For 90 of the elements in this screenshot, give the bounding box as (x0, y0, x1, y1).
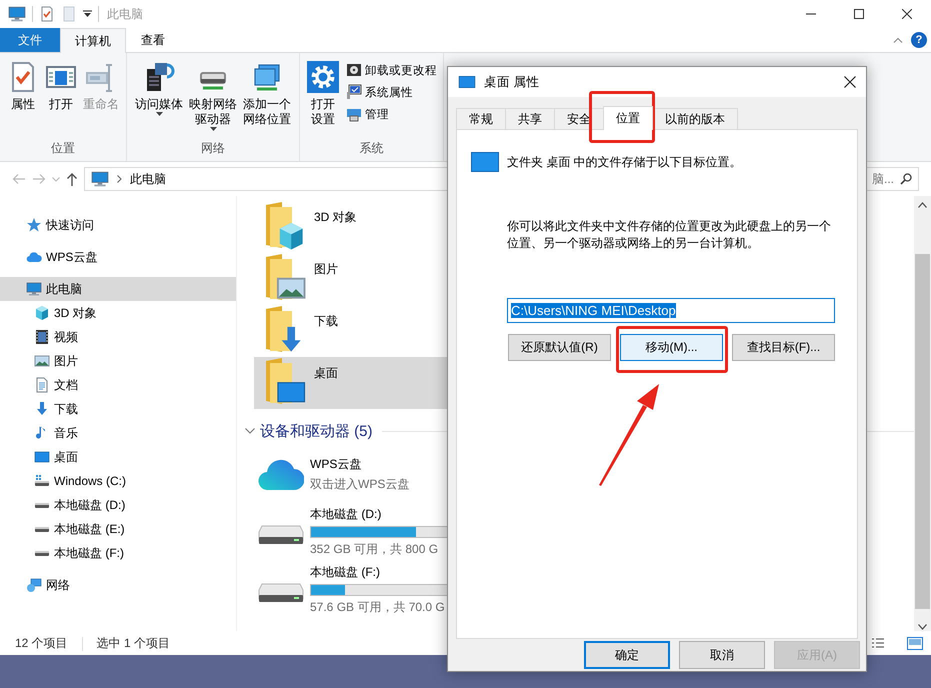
search-icon (900, 173, 912, 185)
chevron-down-icon[interactable] (918, 624, 927, 630)
nav-item[interactable]: 图片 (0, 349, 236, 373)
large-icons-view-icon[interactable] (907, 636, 923, 650)
dialog-button[interactable]: 确定 (584, 641, 670, 669)
action-button[interactable]: 还原默认值(R) (508, 334, 611, 361)
ribbon-tab[interactable]: 计算机 (60, 28, 126, 53)
scrollbar[interactable] (914, 196, 931, 631)
up-arrow-icon[interactable] (66, 172, 78, 186)
nav-item[interactable]: 本地磁盘 (F:) (0, 541, 236, 565)
nav-item[interactable]: 本地磁盘 (E:) (0, 517, 236, 541)
nav-item[interactable]: WPS云盘 (0, 245, 236, 269)
drive-icon (34, 550, 50, 556)
nav-item[interactable]: 此电脑 (0, 277, 236, 301)
dialog-button[interactable]: 取消 (679, 641, 765, 669)
path-field[interactable]: C:\Users\NING MEI\Desktop (507, 298, 835, 323)
document-icon (34, 377, 50, 393)
drive-icon (34, 473, 50, 489)
dialog-title: 桌面 属性 (484, 74, 540, 90)
ribbon-link[interactable]: 系统属性 (346, 83, 437, 101)
action-button[interactable]: 查找目标(F)... (732, 334, 835, 361)
group-header[interactable]: 设备和驱动器 (5) (260, 422, 372, 440)
monitor-check-icon (346, 84, 362, 100)
folder-tile[interactable]: 3D 对象 (254, 201, 494, 253)
nav-item[interactable]: 桌面 (0, 445, 236, 469)
ribbon-button[interactable]: 添加一个网络位置 (241, 59, 293, 139)
ribbon-link[interactable]: 管理 (346, 105, 437, 123)
desktop-icon (471, 152, 499, 172)
dialog-tab[interactable]: 位置 (603, 106, 653, 130)
ribbon-tab[interactable]: 查看 (126, 28, 180, 52)
ribbon-button[interactable]: 属性 (6, 59, 40, 139)
address-text: 此电脑 (130, 170, 166, 188)
chevron-down-icon[interactable] (245, 428, 255, 434)
location-heading: 文件夹 桌面 中的文件存储于以下目标位置。 (507, 154, 742, 170)
dialog-tab[interactable]: 以前的版本 (652, 108, 738, 129)
close-icon[interactable] (844, 76, 856, 88)
picture-icon (34, 353, 50, 369)
folder-tile[interactable]: 下载 (254, 305, 494, 357)
nav-item[interactable]: 音乐 (0, 421, 236, 445)
film-icon (34, 329, 50, 345)
cloud-icon (258, 457, 304, 491)
group-label: 位置 (50, 140, 76, 157)
checked-document-icon[interactable] (39, 5, 55, 23)
star-icon (26, 217, 42, 233)
nav-item[interactable]: 快速访问 (0, 213, 236, 237)
maximize-icon[interactable] (854, 9, 864, 19)
drive-icon (34, 502, 50, 508)
cube-icon (34, 305, 50, 321)
folder-tile[interactable]: 图片 (254, 253, 494, 305)
status-text: 选中 1 个项目 (96, 635, 170, 652)
details-view-icon[interactable] (871, 636, 885, 650)
group-label: 系统 (358, 140, 384, 157)
ribbon-button[interactable]: 访问媒体 (133, 59, 185, 139)
nav-item[interactable]: 文档 (0, 373, 236, 397)
nav-item[interactable]: 下载 (0, 397, 236, 421)
gear-icon (307, 61, 339, 93)
dialog-tab[interactable]: 常规 (456, 108, 506, 129)
monitor-icon (26, 281, 42, 297)
computer-icon (346, 106, 362, 122)
picture-folder-icon (264, 253, 306, 303)
nav-item[interactable]: 本地磁盘 (D:) (0, 493, 236, 517)
nav-item[interactable]: 3D 对象 (0, 301, 236, 325)
location-description: 你可以将此文件夹中文件存储的位置更改为此硬盘上的另一个位置、另一个驱动器或网络上的另一台计算机。 (507, 218, 832, 252)
network-icon (26, 577, 42, 593)
ribbon-button[interactable]: 映射网络驱动器 (187, 59, 239, 139)
ribbon-button[interactable]: 打开设置 (306, 59, 340, 139)
chevron-up-icon[interactable] (918, 202, 927, 208)
chevron-up-icon[interactable] (893, 37, 903, 43)
ribbon-link[interactable]: 卸载或更改程 (346, 61, 437, 79)
drive-tile[interactable]: WPS云盘 双击进入WPS云盘 (258, 445, 914, 503)
nav-item[interactable]: 网络 (0, 573, 236, 597)
close-icon[interactable] (902, 9, 912, 19)
drive-icon (34, 526, 50, 532)
desktop-folder-icon (264, 357, 306, 407)
group-label: 网络 (200, 140, 226, 157)
desktop-icon (34, 449, 50, 465)
nav-item[interactable]: 视频 (0, 325, 236, 349)
down-arrow-icon (34, 401, 50, 417)
monitor-icon (8, 5, 26, 23)
monitor-icon (91, 170, 109, 188)
help-button[interactable]: ? (911, 32, 927, 48)
status-text: 12 个项目 (15, 635, 68, 652)
file-menu-button[interactable]: 文件 (0, 28, 60, 52)
action-button[interactable]: 移动(M)... (620, 334, 723, 361)
chevron-right-icon (117, 175, 122, 183)
dropdown-caret-icon[interactable] (83, 10, 92, 18)
ribbon-button[interactable]: 打开 (44, 59, 78, 139)
nav-item[interactable]: Windows (C:) (0, 469, 236, 493)
window-title: 此电脑 (107, 6, 144, 22)
desktop-icon (458, 73, 476, 91)
